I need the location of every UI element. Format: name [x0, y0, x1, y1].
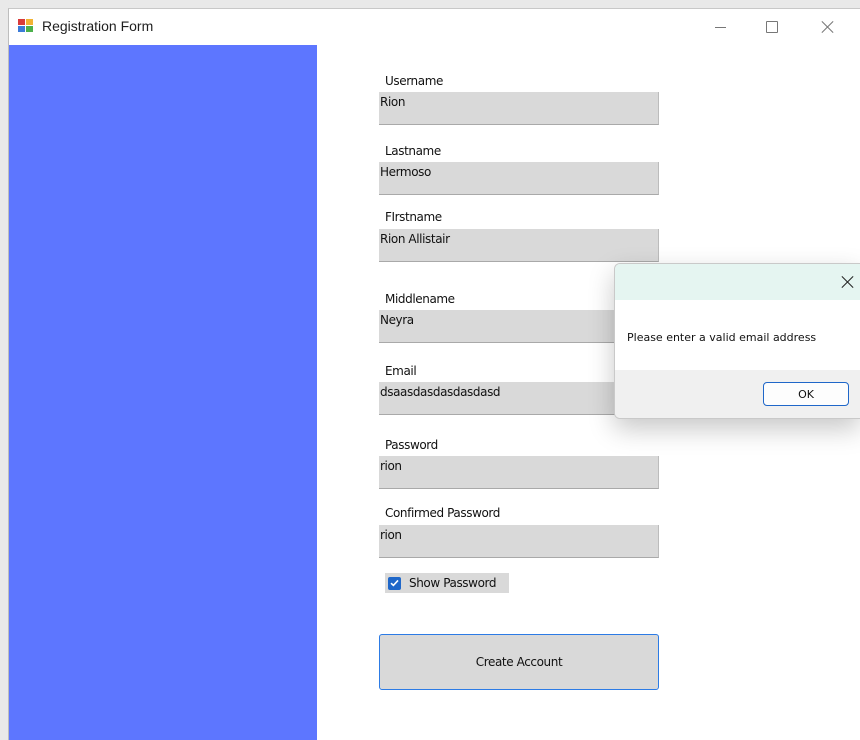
minimize-icon [714, 26, 726, 28]
password-label: Password [385, 438, 438, 452]
minimize-button[interactable] [697, 9, 743, 45]
email-label: Email [385, 364, 417, 378]
username-field[interactable]: Rion [379, 92, 659, 125]
message-box-dialog: Please enter a valid email address OK [614, 263, 860, 419]
dialog-title-bar[interactable] [615, 264, 860, 300]
middlename-label: Middlename [385, 292, 455, 306]
maximize-icon [766, 21, 778, 33]
dialog-close-icon[interactable] [840, 274, 856, 290]
dialog-body: Please enter a valid email address [615, 300, 860, 370]
firstname-field[interactable]: Rion Allistair [379, 229, 659, 262]
dialog-footer: OK [615, 370, 860, 418]
window-title: Registration Form [42, 18, 154, 34]
lastname-field[interactable]: Hermoso [379, 162, 659, 195]
close-button[interactable] [805, 9, 851, 45]
maximize-button[interactable] [749, 9, 795, 45]
checkmark-icon[interactable] [388, 576, 401, 590]
confirm-password-label: Confirmed Password [385, 506, 500, 520]
password-field[interactable]: rion [379, 456, 659, 489]
show-password-checkbox[interactable]: Show Password [385, 573, 509, 593]
show-password-label: Show Password [409, 576, 497, 590]
confirm-password-field[interactable]: rion [379, 525, 659, 558]
lastname-label: Lastname [385, 144, 441, 158]
firstname-label: FIrstname [385, 210, 442, 224]
title-bar[interactable]: Registration Form [9, 9, 860, 45]
create-account-button[interactable]: Create Account [379, 634, 659, 690]
side-panel [9, 45, 317, 740]
ok-button[interactable]: OK [763, 382, 849, 406]
dialog-message: Please enter a valid email address [627, 331, 817, 344]
app-icon [18, 19, 34, 33]
close-icon [822, 21, 834, 33]
username-label: Username [385, 74, 443, 88]
